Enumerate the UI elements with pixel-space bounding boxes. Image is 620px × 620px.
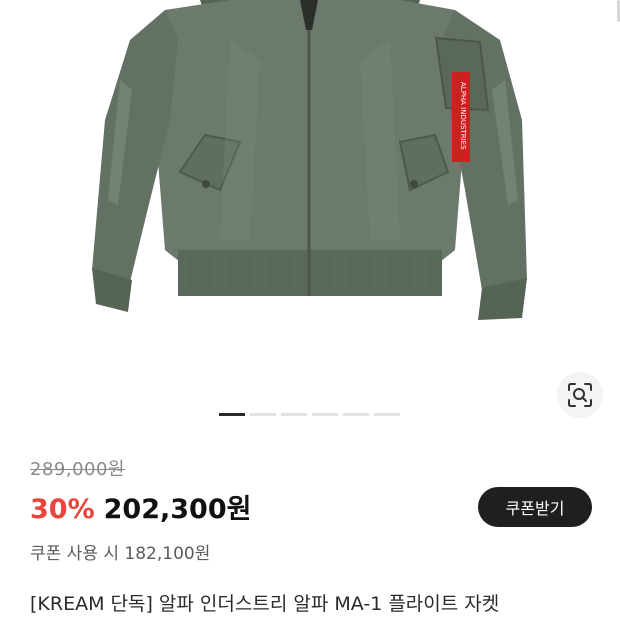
sale-price: 202,300원 — [103, 494, 252, 525]
svg-text:ALPHA INDUSTRIES: ALPHA INDUSTRIES — [459, 82, 467, 150]
gallery-page-indicator — [219, 413, 400, 416]
jacket-image: ALPHA INDUSTRIES — [92, 0, 527, 320]
product-title: [KREAM 단독] 알파 인더스트리 알파 MA-1 플라이트 자켓 — [30, 593, 500, 615]
gallery-dot[interactable] — [343, 413, 369, 416]
discount-rate: 30% — [30, 494, 95, 525]
price-row: 30% 202,300원 — [30, 487, 251, 526]
gallery-dot[interactable] — [312, 413, 338, 416]
original-price: 289,000원 — [30, 459, 125, 480]
gallery-dot[interactable] — [250, 413, 276, 416]
get-coupon-button[interactable]: 쿠폰받기 — [478, 487, 592, 527]
gallery-dot[interactable] — [374, 413, 400, 416]
lens-search-icon — [568, 383, 592, 407]
product-image-gallery[interactable]: ALPHA INDUSTRIES — [0, 0, 620, 440]
visual-search-button[interactable] — [557, 372, 603, 418]
gallery-dot[interactable] — [219, 413, 245, 416]
coupon-price-label: 쿠폰 사용 시 182,100원 — [30, 544, 211, 564]
gallery-dot[interactable] — [281, 413, 307, 416]
